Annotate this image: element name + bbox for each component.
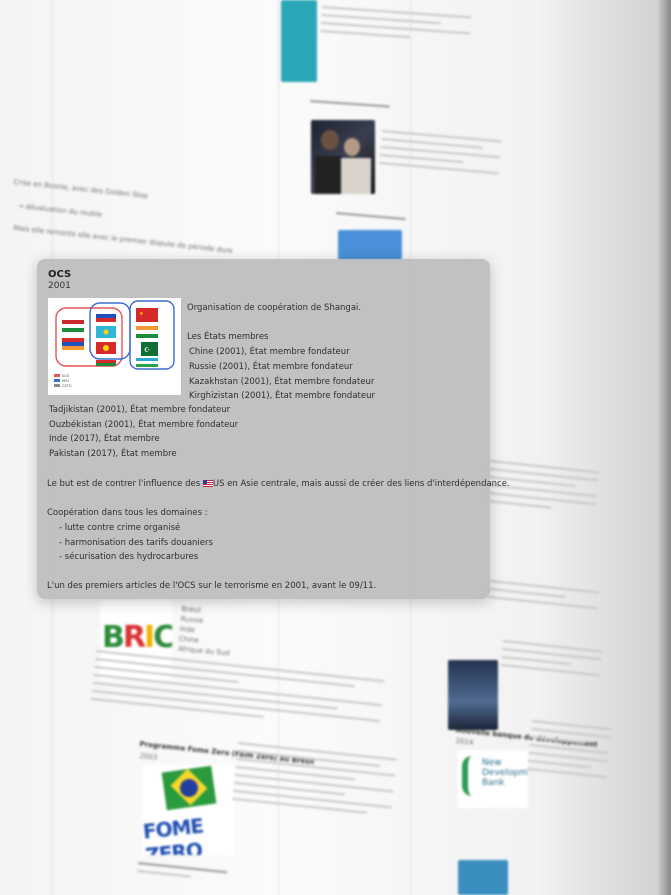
popup-subtitle: Organisation de coopération de Shangai. [187, 303, 362, 313]
member-item: Inde (2017), État membre [49, 434, 160, 444]
fome-zero-year: 2003 [139, 752, 158, 762]
text-lines [379, 130, 502, 180]
goal-text-end: US en Asie centrale, mais aussi de créer… [212, 479, 510, 489]
member-item: Tadjikistan (2001), État membre fondateu… [49, 405, 231, 415]
legend-eeu: EEU [62, 379, 69, 383]
member-item: Ouzbékistan (2001), État membre fondateu… [49, 420, 239, 430]
text-lines [231, 742, 398, 822]
coop-heading: Coopération dans tous les domaines : [47, 508, 208, 518]
member-item: Pakistan (2017), État membre [49, 449, 177, 459]
coop-item: - lutte contre crime organisé [59, 523, 181, 533]
text-lines [487, 580, 600, 615]
member-item: Chine (2001), État membre fondateur [189, 347, 350, 357]
goal-text-start: Le but est de contrer l'influence des [47, 479, 201, 489]
ndb-year: 2014 [455, 737, 474, 747]
text-lines [309, 100, 390, 114]
popup-year: 2001 [48, 281, 71, 291]
thumbnail-teal[interactable] [281, 0, 317, 82]
note-line: Crise en Bosnie, avec des Golden Step [13, 178, 149, 201]
text-lines [485, 460, 600, 519]
text-lines [500, 640, 603, 682]
member-item: Russie (2001), État membre fondateur [189, 362, 353, 372]
ndb-logo-line: Development [482, 768, 528, 778]
text-lines [526, 720, 612, 784]
svg-text:★: ★ [139, 311, 144, 317]
popup-footer: L'un des premiers articles de l'OCS sur … [47, 581, 377, 591]
coop-item: - sécurisation des hydrocarbures [59, 552, 199, 562]
brics-members: Brésil Russie Inde Chine Afrique du Sud [178, 604, 234, 658]
note-line: → dévaluation du rouble [17, 202, 103, 219]
member-item: Kirghizistan (2001), État membre fondate… [189, 391, 375, 401]
photo-thumbnail-2[interactable] [448, 660, 498, 730]
thumbnail-blue[interactable] [338, 230, 402, 260]
member-item: Kazakhstan (2001), État membre fondateur [189, 377, 375, 387]
page-edge-shadow [657, 0, 671, 895]
text-lines [320, 6, 472, 48]
fome-zero-logo[interactable]: FOME ZERO [142, 765, 234, 855]
popup-title: OCS [48, 269, 72, 280]
text-lines [335, 212, 406, 226]
us-flag-icon [202, 480, 213, 487]
text-lines [136, 862, 228, 887]
svg-text:☪: ☪ [144, 346, 150, 354]
thumbnail-bottom[interactable] [458, 860, 508, 895]
legend-csto: CSTO [62, 384, 72, 388]
goal-text: Le but est de contrer l'influence des US… [47, 479, 510, 489]
ndb-logo-line: New [482, 758, 502, 768]
sco-flags-diagram[interactable]: ★ ☪ SCO EEU CSTO [48, 298, 181, 395]
ndb-logo-line: Bank [482, 778, 505, 788]
photo-thumbnail[interactable] [311, 120, 375, 194]
text-lines [90, 650, 385, 736]
note-line: Mais elle remonte elle avec le premier d… [13, 224, 234, 255]
legend-sco: SCO [62, 374, 70, 378]
flags-diagram-svg: ★ ☪ SCO EEU CSTO [54, 300, 175, 388]
ndb-logo[interactable]: New Development Bank [458, 750, 528, 808]
fome-zero-logo-text: FOME ZERO [142, 813, 205, 855]
members-heading: Les États membres [187, 332, 269, 342]
ocs-popup-card[interactable]: OCS 2001 ★ ☪ SCO EEU CSTO Organisation d… [37, 259, 510, 599]
coop-item: - harmonisation des tarifs douaniers [59, 538, 213, 548]
